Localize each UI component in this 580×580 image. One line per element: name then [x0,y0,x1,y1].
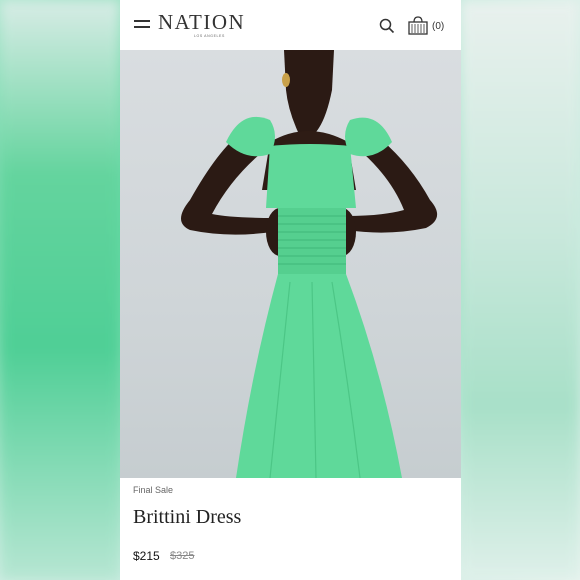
menu-icon[interactable] [134,20,150,30]
brand-logo-subtitle: LOS ANGELES [194,34,225,38]
model-photo [181,50,438,478]
background-blur-left [0,0,120,580]
original-price: $325 [170,550,195,562]
search-icon[interactable] [379,18,395,34]
shopping-bag-icon[interactable] [407,15,429,35]
product-image[interactable] [120,50,461,478]
brand-logo[interactable]: NATION [158,10,245,35]
current-price: $215 [133,549,160,563]
sale-label: Final Sale [133,485,174,495]
site-header: NATION LOS ANGELES (0) [120,0,461,50]
cart-count[interactable]: (0) [432,21,444,32]
product-page: NATION LOS ANGELES (0) Final Sale Britti… [120,0,461,580]
product-title: Brittini Dress [133,506,242,528]
background-blur-right [460,0,580,580]
